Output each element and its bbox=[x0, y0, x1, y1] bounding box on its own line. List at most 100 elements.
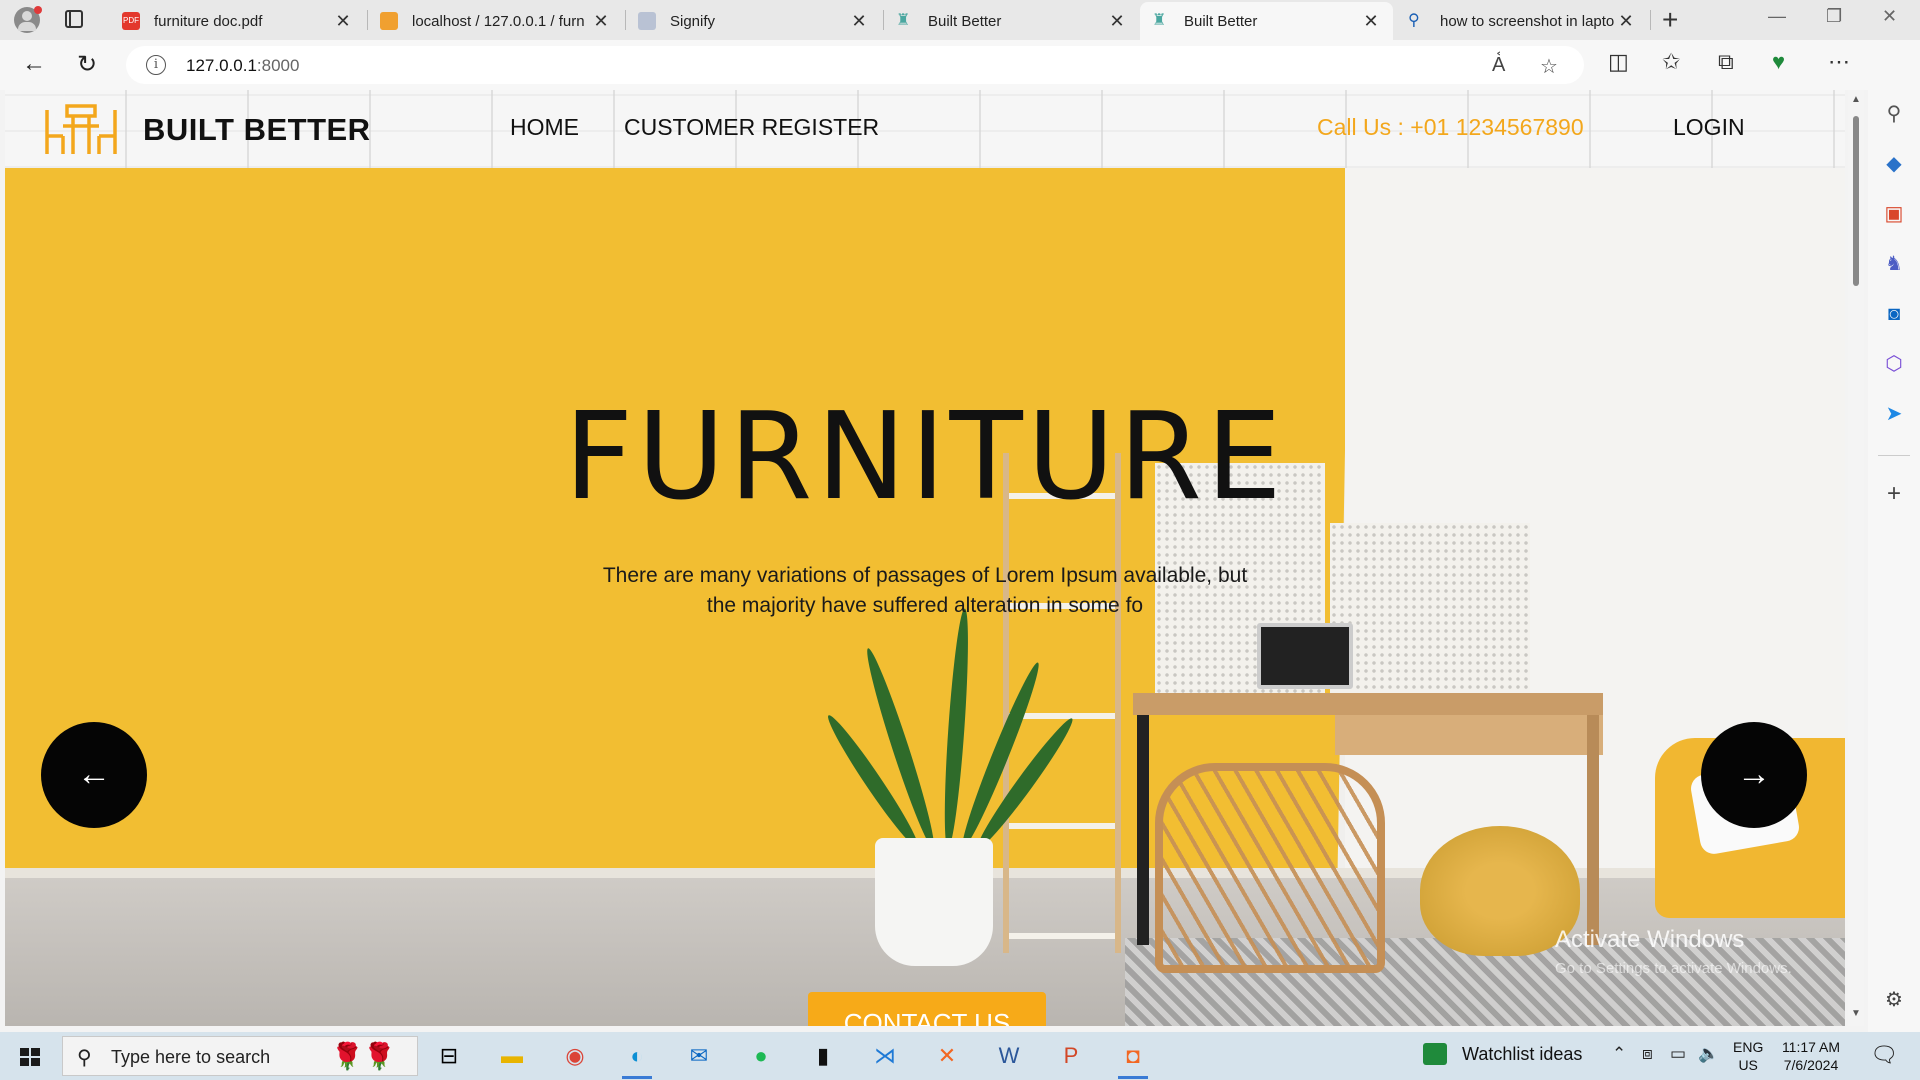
hero-subtitle-line: There are many variations of passages of… bbox=[602, 564, 1248, 587]
browser-essentials-icon[interactable]: ♥ bbox=[1772, 49, 1785, 75]
chair-icon: ♜ bbox=[896, 12, 911, 29]
close-tab-icon[interactable]: ✕ bbox=[849, 11, 869, 32]
scrollbar-thumb[interactable] bbox=[1853, 116, 1859, 286]
pdf-icon: PDF bbox=[122, 12, 140, 30]
tab-built-better[interactable]: ♜ Built Better ✕ bbox=[884, 2, 1139, 40]
mail-icon[interactable]: ✉ bbox=[680, 1038, 718, 1074]
hero-subtitle: There are many variations of passages of… bbox=[575, 561, 1275, 621]
notifications-icon[interactable]: 🗨 bbox=[1870, 1042, 1898, 1068]
site-brand[interactable]: BUILT BETTER bbox=[143, 112, 371, 148]
tab-phpmyadmin[interactable]: localhost / 127.0.0.1 / furn ✕ bbox=[368, 2, 623, 40]
close-tab-icon[interactable]: ✕ bbox=[1361, 11, 1381, 32]
battery-icon[interactable]: ▭ bbox=[1670, 1044, 1686, 1064]
restore-icon[interactable]: ❐ bbox=[1826, 6, 1842, 27]
collections-icon[interactable]: ⧉ bbox=[1718, 49, 1734, 75]
favorite-star-icon[interactable]: ☆ bbox=[1540, 54, 1558, 79]
tab-title: Built Better bbox=[928, 12, 1002, 30]
phpmyadmin-icon bbox=[380, 12, 398, 30]
edge-icon[interactable]: ◐ bbox=[618, 1038, 656, 1079]
minimize-icon[interactable]: — bbox=[1768, 6, 1786, 27]
settings-gear-icon[interactable]: ⚙ bbox=[1882, 988, 1906, 1012]
vscode-icon[interactable]: ⋊ bbox=[866, 1038, 904, 1074]
close-tab-icon[interactable]: ✕ bbox=[333, 11, 353, 32]
close-tab-icon[interactable]: ✕ bbox=[591, 11, 611, 32]
show-hidden-icons-icon[interactable]: ⌃ bbox=[1612, 1044, 1626, 1064]
read-aloud-icon[interactable]: A᷾ bbox=[1492, 54, 1505, 77]
volume-icon[interactable]: 🔈 bbox=[1698, 1044, 1719, 1064]
powerpoint-icon[interactable]: P bbox=[1052, 1038, 1090, 1074]
watchlist-widget[interactable]: Watchlist ideas bbox=[1462, 1044, 1582, 1065]
tab-title: how to screenshot in lapto bbox=[1440, 12, 1615, 30]
scroll-down-icon[interactable]: ▼ bbox=[1851, 1008, 1861, 1019]
favorites-icon[interactable]: ✩ bbox=[1662, 49, 1680, 75]
windows-start-icon[interactable] bbox=[20, 1048, 40, 1066]
new-tab-icon[interactable]: + bbox=[1662, 4, 1678, 36]
clock-date: 7/6/2024 bbox=[1783, 1057, 1839, 1073]
tools-icon[interactable]: ▣ bbox=[1882, 202, 1906, 226]
terminal-icon[interactable]: ▮ bbox=[804, 1038, 842, 1074]
signify-icon bbox=[638, 12, 656, 30]
chrome-icon[interactable]: ◉ bbox=[556, 1038, 594, 1074]
site-header: BUILT BETTER HOME CUSTOMER REGISTER Call… bbox=[5, 90, 1845, 168]
task-view-icon[interactable]: ⊟ bbox=[430, 1038, 468, 1074]
scroll-up-icon[interactable]: ▲ bbox=[1851, 94, 1861, 105]
url-text[interactable]: 127.0.0.1:8000 bbox=[186, 56, 299, 76]
tab-how-to-screenshot[interactable]: ⚲ how to screenshot in lapto ✕ bbox=[1396, 2, 1648, 40]
slider-next-button[interactable]: → bbox=[1701, 722, 1807, 828]
page-viewport: BUILT BETTER HOME CUSTOMER REGISTER Call… bbox=[5, 90, 1845, 1026]
file-explorer-icon[interactable]: ▬ bbox=[493, 1038, 531, 1074]
xampp-icon[interactable]: ✕ bbox=[928, 1038, 966, 1074]
watermark-subtitle: Go to Settings to activate Windows. bbox=[1555, 960, 1792, 977]
tab-built-better-active[interactable]: ♜ Built Better ✕ bbox=[1140, 2, 1393, 40]
shopping-tag-icon[interactable]: ◆ bbox=[1882, 152, 1906, 176]
tab-signify[interactable]: Signify ✕ bbox=[626, 2, 881, 40]
games-icon[interactable]: ♞ bbox=[1882, 252, 1906, 276]
activate-windows-watermark: Activate Windows Go to Settings to activ… bbox=[1555, 926, 1792, 977]
nav-home-link[interactable]: HOME bbox=[510, 114, 579, 141]
nav-login-link[interactable]: LOGIN bbox=[1673, 114, 1745, 141]
snipping-tool-icon[interactable]: ◘ bbox=[1114, 1038, 1152, 1079]
language-region: US bbox=[1738, 1057, 1758, 1073]
language-indicator[interactable]: ENG US bbox=[1733, 1038, 1763, 1074]
taskbar-clock[interactable]: 11:17 AM 7/6/2024 bbox=[1776, 1038, 1846, 1074]
arrow-left-icon: ← bbox=[77, 755, 111, 793]
microsoft365-icon[interactable]: ⬡ bbox=[1882, 352, 1906, 376]
refresh-icon[interactable]: ↻ bbox=[77, 50, 97, 79]
site-info-icon[interactable]: i bbox=[146, 55, 166, 75]
furniture-logo-icon[interactable] bbox=[43, 102, 119, 158]
search-icon[interactable]: ⚲ bbox=[1882, 102, 1906, 126]
word-icon[interactable]: W bbox=[990, 1038, 1028, 1074]
tab-furniture-doc[interactable]: PDF furniture doc.pdf ✕ bbox=[110, 2, 365, 40]
stocks-widget-icon[interactable] bbox=[1423, 1043, 1447, 1065]
more-options-icon[interactable]: ⋯ bbox=[1828, 49, 1850, 75]
sidebar-divider bbox=[1878, 455, 1910, 456]
nav-customer-register-link[interactable]: CUSTOMER REGISTER bbox=[624, 114, 879, 141]
hero-title: FURNITURE bbox=[564, 388, 1286, 527]
meet-now-icon[interactable]: ⧈ bbox=[1642, 1044, 1653, 1064]
contact-us-button[interactable]: CONTACT US bbox=[808, 992, 1046, 1026]
browser-tab-strip: PDF furniture doc.pdf ✕ localhost / 127.… bbox=[0, 0, 1920, 40]
close-tab-icon[interactable]: ✕ bbox=[1107, 11, 1127, 32]
language-code: ENG bbox=[1733, 1039, 1764, 1055]
close-window-icon[interactable]: ✕ bbox=[1882, 6, 1897, 27]
call-us-text: Call Us : +01 1234567890 bbox=[1317, 114, 1584, 140]
back-icon[interactable]: ← bbox=[22, 50, 46, 78]
taskbar-search-box[interactable]: ⚲ Type here to search 🌹🌹 bbox=[62, 1036, 418, 1076]
edge-sidebar: ⚲ ◆ ▣ ♞ ◙ ⬡ ➤ + ⚙ bbox=[1868, 40, 1920, 1032]
tab-actions-icon[interactable] bbox=[65, 10, 83, 28]
add-sidebar-app-icon[interactable]: + bbox=[1882, 482, 1906, 506]
tab-separator bbox=[1650, 10, 1651, 30]
page-scrollbar[interactable]: ▲ ▼ bbox=[1848, 90, 1864, 1026]
spotify-icon[interactable]: ● bbox=[742, 1038, 780, 1074]
address-bar[interactable]: i 127.0.0.1:8000 A᷾ ☆ bbox=[126, 46, 1584, 84]
clock-time: 11:17 AM bbox=[1781, 1039, 1841, 1055]
chair-icon: ♜ bbox=[1152, 12, 1167, 29]
slider-prev-button[interactable]: ← bbox=[41, 722, 147, 828]
tab-title: furniture doc.pdf bbox=[154, 12, 263, 30]
outlook-icon[interactable]: ◙ bbox=[1882, 302, 1906, 326]
search-icon: ⚲ bbox=[1408, 12, 1420, 29]
close-tab-icon[interactable]: ✕ bbox=[1616, 11, 1636, 32]
watermark-title: Activate Windows bbox=[1555, 926, 1745, 953]
split-screen-icon[interactable]: ◫ bbox=[1608, 49, 1629, 75]
send-icon[interactable]: ➤ bbox=[1882, 402, 1906, 426]
